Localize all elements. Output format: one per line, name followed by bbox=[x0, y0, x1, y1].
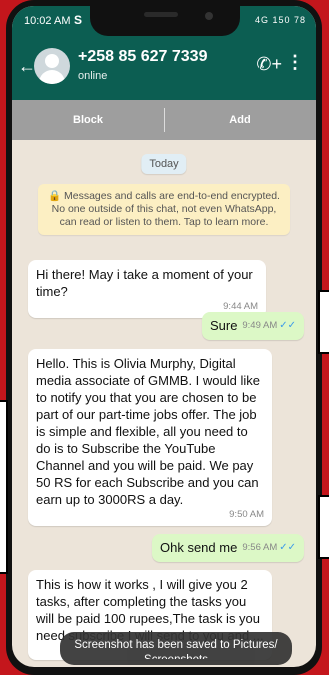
contact-status: online bbox=[78, 70, 108, 82]
encryption-notice[interactable]: 🔒 Messages and calls are end-to-end encr… bbox=[38, 184, 290, 235]
speaker-grille bbox=[144, 12, 178, 17]
add-button[interactable]: Add bbox=[164, 100, 316, 140]
message-outgoing[interactable]: Sure 9:49 AM ✓✓ bbox=[202, 312, 304, 340]
overlay-callout bbox=[0, 400, 8, 574]
message-text: Hello. This is Olivia Murphy, Digital me… bbox=[36, 356, 260, 507]
message-time: 9:56 AM ✓✓ bbox=[242, 539, 296, 556]
add-call-icon[interactable]: ✆+ bbox=[256, 54, 282, 75]
overlay-callout bbox=[318, 495, 329, 559]
message-time-text: 9:56 AM bbox=[242, 542, 278, 553]
avatar-body bbox=[39, 70, 65, 84]
avatar-head bbox=[45, 54, 59, 68]
status-indicators: 4G 150 78 bbox=[254, 15, 306, 25]
chat-area[interactable]: Today 🔒 Messages and calls are end-to-en… bbox=[12, 140, 316, 667]
message-time: 9:50 AM bbox=[229, 509, 264, 520]
block-button[interactable]: Block bbox=[12, 100, 164, 140]
chat-header: ← +258 85 627 7339 online ✆+ ⋮ bbox=[12, 34, 316, 100]
message-text: Ohk send me bbox=[160, 540, 238, 555]
message-time-text: 9:49 AM bbox=[242, 320, 278, 331]
message-text: Hi there! May i take a moment of your ti… bbox=[36, 267, 253, 299]
read-receipt-icon: ✓✓ bbox=[279, 542, 296, 553]
unknown-contact-actions: Block Add bbox=[12, 100, 316, 140]
message-incoming[interactable]: Hi there! May i take a moment of your ti… bbox=[28, 260, 266, 318]
overlay-callout bbox=[318, 290, 329, 354]
more-options-icon[interactable]: ⋮ bbox=[286, 52, 304, 73]
screen: 10:02 AM S 4G 150 78 ← +258 85 627 7339 … bbox=[12, 6, 316, 667]
message-time: 9:49 AM ✓✓ bbox=[242, 317, 296, 334]
read-receipt-icon: ✓✓ bbox=[279, 320, 296, 331]
avatar[interactable] bbox=[34, 48, 70, 84]
app-notification-icon: S bbox=[74, 13, 83, 27]
contact-name[interactable]: +258 85 627 7339 bbox=[78, 48, 207, 66]
toast-line-2: Screenshots bbox=[66, 653, 286, 659]
status-time: 10:02 AM bbox=[24, 15, 71, 27]
message-incoming[interactable]: Hello. This is Olivia Murphy, Digital me… bbox=[28, 349, 272, 526]
message-outgoing[interactable]: Ohk send me 9:56 AM ✓✓ bbox=[152, 534, 304, 562]
front-camera bbox=[205, 12, 213, 20]
date-chip: Today bbox=[141, 154, 187, 174]
message-text: Sure bbox=[210, 318, 238, 333]
phone-frame: 10:02 AM S 4G 150 78 ← +258 85 627 7339 … bbox=[6, 0, 322, 675]
notch bbox=[90, 0, 240, 36]
screenshot-toast: Screenshot has been saved to Pictures/ S… bbox=[60, 632, 292, 665]
toast-line-1: Screenshot has been saved to Pictures/ bbox=[74, 639, 278, 651]
